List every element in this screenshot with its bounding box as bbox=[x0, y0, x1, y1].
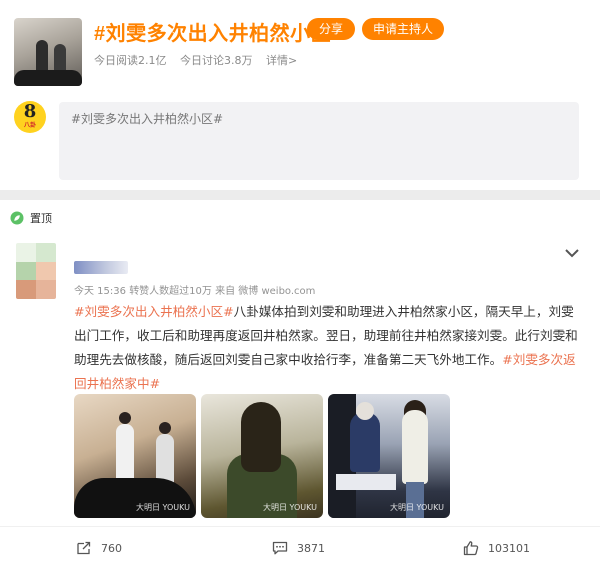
chevron-down-icon[interactable] bbox=[562, 246, 582, 260]
post-text: #刘雯多次出入井柏然小区#八卦媒体拍到刘雯和助理进入井柏然家小区，隔天早上，刘雯… bbox=[74, 300, 586, 396]
repost-count: 760 bbox=[101, 541, 122, 555]
repost-note: 转赞人数超过10万 bbox=[129, 286, 212, 297]
post-photo[interactable]: 大明日 YOUKU bbox=[328, 394, 450, 518]
photo-watermark: 大明日 YOUKU bbox=[262, 503, 317, 512]
read-count: 今日阅读2.1亿 bbox=[94, 54, 167, 67]
thumbs-up-icon bbox=[463, 541, 479, 556]
pinned-indicator: 置顶 bbox=[10, 209, 52, 227]
apply-host-button[interactable]: 申请主持人 bbox=[362, 18, 444, 40]
topic-header: #刘雯多次出入井柏然小区# 分享 申请主持人 今日阅读2.1亿 今日讨论3.8万… bbox=[0, 0, 600, 190]
post-photo[interactable]: 大明日 YOUKU bbox=[201, 394, 323, 518]
topic-cover-image[interactable] bbox=[14, 18, 82, 86]
repost-icon bbox=[77, 541, 91, 555]
user-avatar[interactable]: 8 八卦 bbox=[14, 101, 46, 133]
author-avatar[interactable] bbox=[16, 243, 56, 299]
repost-button[interactable]: 760 bbox=[76, 540, 122, 556]
topic-stats: 今日阅读2.1亿 今日讨论3.8万 详情> bbox=[94, 52, 307, 68]
pinned-label: 置顶 bbox=[30, 212, 52, 225]
details-link[interactable]: 详情> bbox=[266, 54, 297, 67]
post-source[interactable]: 微博 weibo.com bbox=[238, 286, 315, 297]
pin-icon bbox=[10, 211, 24, 225]
avatar-logo-text: 八卦 bbox=[23, 122, 36, 129]
composer-input[interactable]: #刘雯多次出入井柏然小区# bbox=[71, 110, 567, 172]
comment-button[interactable]: 3871 bbox=[272, 540, 325, 556]
post-meta: 今天 15:36 转赞人数超过10万 来自 微博 weibo.com bbox=[74, 282, 315, 297]
discussion-count: 今日讨论3.8万 bbox=[180, 54, 253, 67]
comment-count: 3871 bbox=[297, 541, 325, 555]
share-button[interactable]: 分享 bbox=[307, 18, 355, 40]
composer-box[interactable]: #刘雯多次出入井柏然小区# bbox=[59, 102, 579, 180]
photo-watermark: 大明日 YOUKU bbox=[389, 503, 444, 512]
post-card: 置顶 今天 15:36 转赞人数超过10万 来自 微博 weibo.com #刘… bbox=[0, 200, 600, 574]
comment-icon bbox=[272, 541, 288, 555]
post-time[interactable]: 今天 15:36 bbox=[74, 286, 126, 297]
photo-watermark: 大明日 YOUKU bbox=[135, 503, 190, 512]
hashtag-link[interactable]: #刘雯多次出入井柏然小区# bbox=[74, 304, 234, 319]
avatar-logo-number: 8 bbox=[23, 101, 37, 122]
post-photo[interactable]: 大明日 YOUKU bbox=[74, 394, 196, 518]
source-prefix: 来自 bbox=[215, 286, 236, 297]
like-button[interactable]: 103101 bbox=[463, 540, 530, 556]
author-name-redacted[interactable] bbox=[74, 261, 128, 274]
divider bbox=[0, 526, 600, 527]
topic-title: #刘雯多次出入井柏然小区# bbox=[94, 23, 343, 45]
like-count: 103101 bbox=[488, 541, 530, 555]
